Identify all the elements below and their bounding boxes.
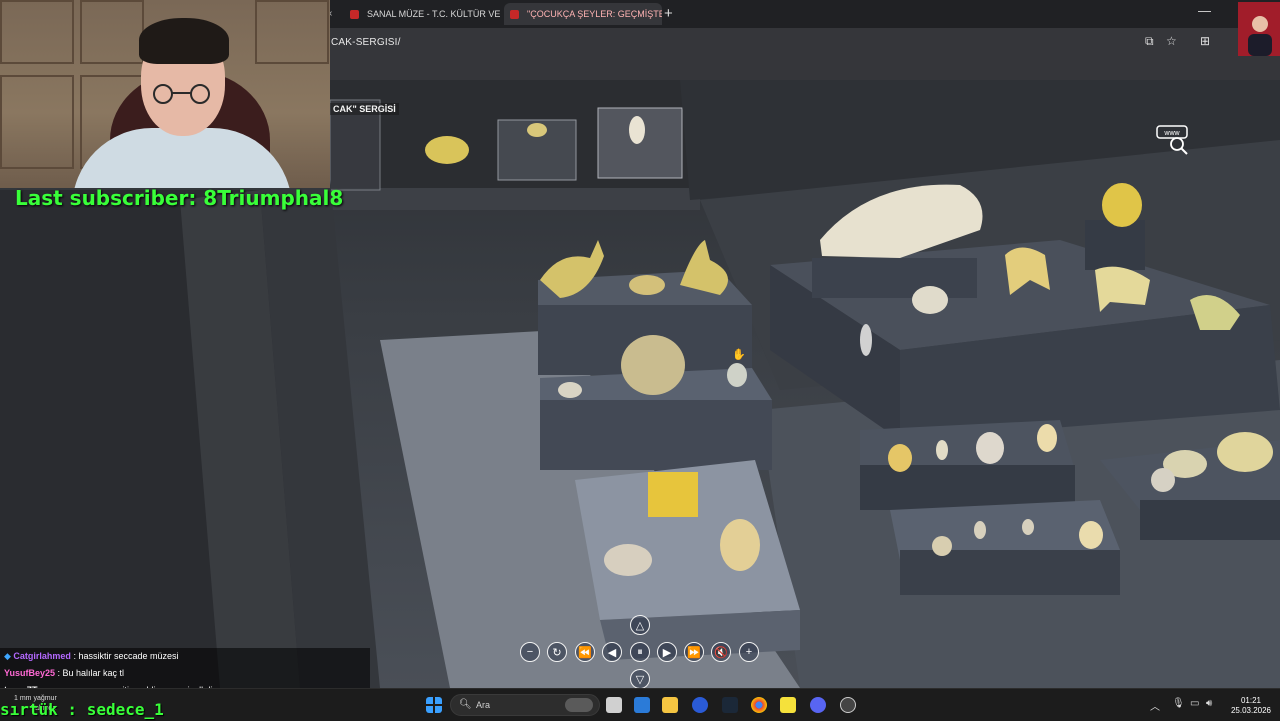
system-clock[interactable]: 01:21 25.03.2026	[1228, 696, 1274, 716]
app-globe-icon[interactable]	[692, 697, 708, 713]
cabinet-panel	[0, 0, 74, 64]
tour-navigation-controls: △ − ↻ ⏪ ◀ ⏸ ▶ ⏩ 🔇 + ▽	[518, 615, 762, 688]
twitch-badge-icon: ◆	[4, 651, 14, 661]
task-view-icon[interactable]	[606, 697, 622, 713]
tray-chevron-up-icon[interactable]: ︿	[1150, 698, 1160, 713]
chat-username: Catgirlahmed	[13, 651, 71, 661]
zoom-search-icon[interactable]: www	[1156, 125, 1190, 155]
fast-forward-button[interactable]: ⏩	[684, 642, 704, 662]
tilt-up-button[interactable]: △	[630, 615, 650, 635]
volume-icon[interactable]: 🔊︎	[1206, 698, 1212, 709]
chat-username: YusufBey25	[4, 668, 56, 678]
chrome-icon[interactable]	[751, 697, 767, 713]
glasses-icon	[153, 84, 210, 104]
tab-sanal-muze[interactable]: SANAL MÜZE - T.C. KÜLTÜR VE ✕	[350, 3, 500, 25]
www-label: www	[1163, 130, 1180, 137]
plus-icon: +	[745, 646, 753, 658]
exhibit-title-label: CAK" SERGİSİ	[330, 103, 399, 115]
sirtuk-text: sırtük : sedece_1	[0, 700, 164, 719]
url-text[interactable]: CAK-SERGISI/	[331, 37, 401, 48]
speaker-mute-icon: 🔇	[714, 646, 728, 659]
new-tab-icon[interactable]: +	[664, 5, 673, 22]
last-subscriber-text: Last subscriber: 8Triumphal8	[15, 186, 344, 210]
network-icon[interactable]: ▭	[1190, 698, 1199, 709]
fast-forward-icon: ⏩	[687, 646, 701, 659]
mute-button[interactable]: 🔇	[711, 642, 731, 662]
discord-icon[interactable]	[810, 697, 826, 713]
minus-icon: −	[526, 646, 534, 658]
taskbar-search[interactable]: 🔍︎ Ara	[450, 694, 600, 716]
zoom-out-button[interactable]: −	[520, 642, 540, 662]
extensions-icon[interactable]: ⊞	[1200, 34, 1210, 48]
minimize-icon[interactable]: —	[1198, 3, 1211, 18]
reset-view-button[interactable]: ↻	[547, 642, 567, 662]
chat-message: ◆ Catgirlahmed : hassiktir seccade müzes…	[0, 648, 370, 665]
clock-date: 25.03.2026	[1230, 706, 1272, 715]
tab-label: SANAL MÜZE - T.C. KÜLTÜR VE	[367, 9, 500, 19]
rewind-button[interactable]: ⏪	[575, 642, 595, 662]
zoom-in-button[interactable]: +	[739, 642, 759, 662]
museum-favicon-icon	[350, 9, 359, 19]
chat-text: : hassiktir seccade müzesi	[70, 651, 179, 661]
cabinet-panel	[0, 75, 74, 169]
tab-label: "ÇOCUKÇA ŞEYLER: GEÇMİŞTEN	[527, 9, 662, 19]
pause-button[interactable]: ⏸	[630, 642, 650, 662]
clock-time: 01:21	[1240, 696, 1262, 705]
corner-video-thumbnail	[1238, 2, 1280, 56]
pause-icon: ⏸	[637, 645, 643, 658]
pan-right-button[interactable]: ▶	[657, 642, 677, 662]
tilt-down-button[interactable]: ▽	[630, 669, 650, 688]
pan-left-button[interactable]: ◀	[602, 642, 622, 662]
rotate-icon: ↻	[552, 646, 562, 659]
person-thumbnail-icon	[1248, 16, 1272, 56]
triangle-down-icon: ▽	[635, 673, 645, 686]
play-right-icon: ▶	[662, 646, 672, 659]
museum-favicon-icon	[510, 9, 519, 19]
streamer-webcam	[0, 0, 330, 188]
play-left-icon: ◀	[607, 646, 617, 659]
search-icon: 🔍︎	[459, 699, 472, 710]
search-placeholder: Ara	[476, 700, 491, 710]
file-explorer-icon[interactable]	[662, 697, 678, 713]
calculator-icon[interactable]	[634, 697, 650, 713]
chat-message: YusufBey25 : Bu halılar kaç tl	[0, 665, 370, 682]
rewind-icon: ⏪	[578, 646, 592, 659]
hand-cursor-icon: ✋	[732, 349, 746, 361]
microphone-icon[interactable]: 🎙︎	[1172, 698, 1185, 709]
tab-cocukca-seyler[interactable]: "ÇOCUKÇA ŞEYLER: GEÇMİŞTEN ✕	[504, 3, 662, 25]
sticky-notes-icon[interactable]	[780, 697, 796, 713]
obs-icon[interactable]	[840, 697, 856, 713]
cast-icon[interactable]: ⧉	[1145, 34, 1154, 49]
cabinet-panel	[80, 0, 144, 64]
chat-text: : Bu halılar kaç tl	[55, 668, 125, 678]
bookmark-star-icon[interactable]: ☆	[1166, 34, 1177, 48]
windows-start-icon[interactable]	[426, 697, 442, 713]
triangle-up-icon: △	[635, 619, 645, 632]
windows-taskbar: 1 mm yağmur Yakında 🔍︎ Ara ︿ 🎙︎ ▭ 🔊︎ 01:…	[0, 688, 1280, 721]
streamer-hair	[139, 18, 229, 64]
search-highlight-icon	[565, 698, 593, 712]
cabinet-panel	[255, 0, 329, 64]
steam-icon[interactable]	[722, 697, 738, 713]
